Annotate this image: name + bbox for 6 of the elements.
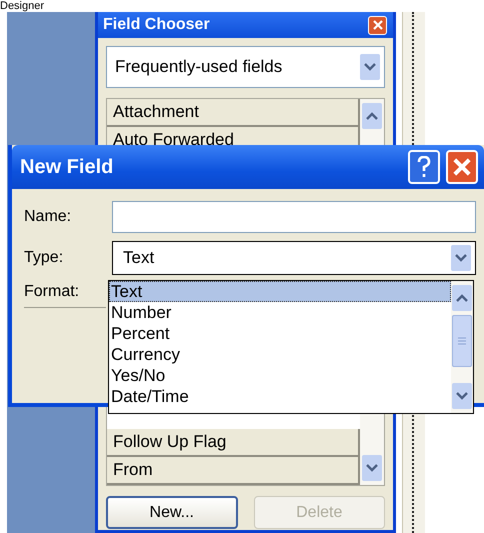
name-label: Name: <box>24 208 72 226</box>
type-label: Type: <box>24 249 64 267</box>
dialog-title: New Field <box>20 156 114 178</box>
page-heading: Designer <box>0 0 44 12</box>
format-label: Format: <box>24 283 80 301</box>
window-title: Field Chooser <box>103 16 210 34</box>
